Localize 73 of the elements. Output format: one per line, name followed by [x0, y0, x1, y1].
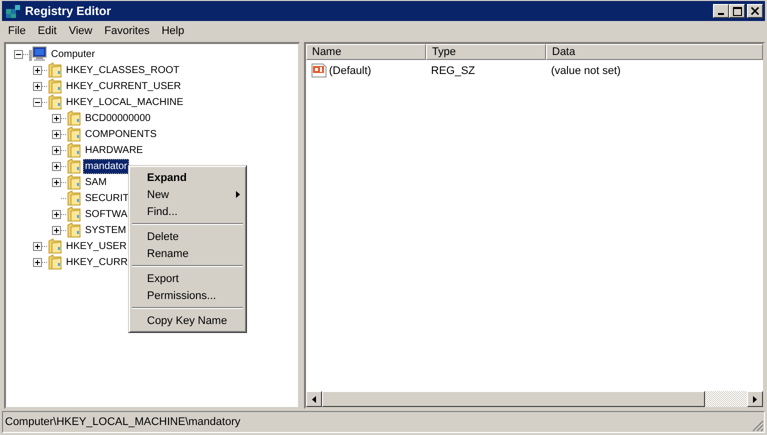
menu-item[interactable]: Edit	[32, 24, 63, 36]
column-header[interactable]: Name	[306, 44, 426, 60]
expand-icon[interactable]	[52, 226, 61, 234]
tree-item[interactable]: HKEY_CLASSES_ROOT	[64, 62, 182, 78]
table-cell-text: REG_SZ	[430, 64, 476, 76]
window-title: Registry Editor	[25, 4, 112, 18]
expand-icon[interactable]	[33, 258, 42, 266]
expand-icon[interactable]	[33, 242, 42, 250]
collapse-icon[interactable]	[14, 50, 23, 58]
tree-item[interactable]: SECURIT	[83, 190, 131, 206]
folder-icon	[48, 254, 62, 270]
right-arrow-icon[interactable]	[753, 396, 757, 402]
folder-icon	[67, 142, 81, 158]
tree-item[interactable]: mandator	[83, 158, 130, 174]
tree-item[interactable]: HKEY_CURRENT_USER	[64, 78, 184, 94]
close-button[interactable]	[747, 4, 763, 18]
expand-icon[interactable]	[52, 146, 61, 154]
menu-item[interactable]: View	[62, 24, 98, 36]
left-arrow-icon[interactable]	[312, 396, 316, 402]
tree-item[interactable]: Computer	[49, 46, 97, 62]
tree-item[interactable]: HARDWARE	[83, 142, 145, 158]
submenu-arrow-icon	[236, 191, 240, 198]
folder-icon	[67, 158, 81, 174]
close-icon	[751, 7, 759, 15]
resize-grip-icon[interactable]	[752, 420, 764, 432]
collapse-icon[interactable]	[33, 98, 42, 106]
horizontal-scrollbar[interactable]	[306, 391, 763, 407]
menu-item[interactable]: Rename	[131, 245, 244, 262]
tree-item[interactable]: SAM	[83, 174, 109, 190]
expand-icon[interactable]	[33, 82, 42, 90]
folder-icon	[67, 110, 81, 126]
tree-item[interactable]: COMPONENTS	[83, 126, 159, 142]
menu-item[interactable]: Help	[156, 24, 190, 36]
menu-item[interactable]: Find...	[131, 203, 244, 220]
folder-icon	[67, 206, 81, 222]
menu-item[interactable]: File	[2, 24, 32, 36]
tree-item[interactable]: SOFTWA	[83, 206, 130, 222]
status-text: Computer\HKEY_LOCAL_MACHINE\mandatory	[5, 416, 240, 428]
folder-icon	[48, 78, 62, 94]
tree-item[interactable]: SYSTEM	[83, 222, 128, 238]
folder-icon	[67, 174, 81, 190]
folder-icon	[67, 126, 81, 142]
menu-item[interactable]: Favorites	[98, 24, 156, 36]
folder-icon	[48, 94, 62, 110]
folder-icon	[67, 222, 81, 238]
expand-icon[interactable]	[52, 178, 61, 186]
folder-icon	[48, 238, 62, 254]
folder-icon	[48, 62, 62, 78]
menu-item[interactable]: Delete	[131, 228, 244, 245]
maximize-icon	[732, 6, 742, 16]
table-cell: (Default)	[329, 64, 372, 76]
maximize-button[interactable]	[729, 4, 745, 18]
folder-icon	[67, 190, 81, 206]
scrollbar-thumb[interactable]	[322, 391, 705, 407]
tree-item[interactable]: HKEY_CURR	[64, 254, 130, 270]
expand-icon[interactable]	[52, 162, 61, 170]
expand-icon[interactable]	[52, 114, 61, 122]
column-header[interactable]: Data	[546, 44, 763, 60]
minimize-button[interactable]	[713, 4, 729, 18]
menu-item[interactable]: Export	[131, 270, 244, 287]
menu-item[interactable]: New	[131, 186, 244, 203]
tree-item[interactable]: BCD00000000	[83, 110, 153, 126]
table-cell-text: (value not set)	[550, 64, 622, 76]
menu-item[interactable]: Expand	[131, 169, 244, 186]
expand-icon[interactable]	[52, 210, 61, 218]
expand-icon[interactable]	[52, 130, 61, 138]
registry-icon	[5, 3, 21, 19]
column-header[interactable]: Type	[426, 44, 546, 60]
tree-item[interactable]: HKEY_LOCAL_MACHINE	[64, 94, 186, 110]
menu-item[interactable]: Copy Key Name	[131, 312, 244, 329]
expand-icon[interactable]	[33, 66, 42, 74]
menu-item[interactable]: Permissions...	[131, 287, 244, 304]
tree-item[interactable]: HKEY_USER	[64, 238, 129, 254]
